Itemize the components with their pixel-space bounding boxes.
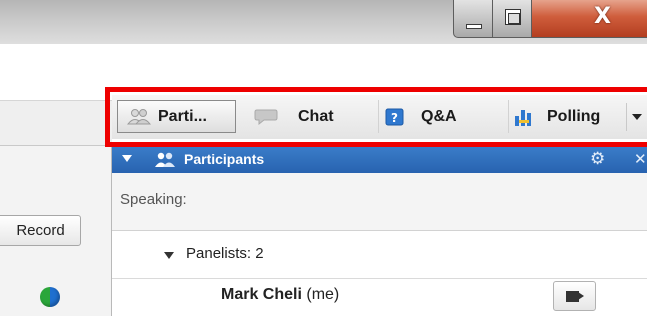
window-title-bar: X bbox=[0, 0, 647, 44]
panelists-label: Panelists: 2 bbox=[186, 245, 264, 262]
record-button-label: Record bbox=[16, 222, 65, 239]
panelists-group-row[interactable]: Panelists: 2 bbox=[112, 231, 647, 279]
participant-name-text: Mark Cheli bbox=[221, 286, 302, 303]
close-button[interactable]: X bbox=[531, 0, 647, 38]
tab-highlight-box bbox=[105, 87, 647, 147]
gear-icon[interactable]: ⚙ bbox=[590, 149, 605, 169]
left-toolbar bbox=[0, 100, 112, 146]
minimize-button[interactable] bbox=[453, 0, 493, 38]
participants-header-icon bbox=[155, 152, 175, 167]
speaking-row: Speaking: bbox=[112, 173, 647, 231]
speaking-label: Speaking: bbox=[120, 191, 187, 208]
participants-panel-title: Participants bbox=[184, 151, 265, 167]
close-icon: X bbox=[594, 4, 611, 29]
globe-status-icon bbox=[40, 287, 60, 307]
expand-arrow-icon[interactable] bbox=[164, 252, 174, 259]
participant-me-suffix: (me) bbox=[301, 286, 340, 303]
video-camera-button[interactable] bbox=[553, 281, 596, 311]
participants-panel-header[interactable]: Participants ⚙ ✕ bbox=[112, 147, 647, 173]
collapse-arrow-icon[interactable] bbox=[122, 155, 132, 162]
participant-name: Mark Cheli (me) bbox=[221, 286, 339, 304]
maximize-icon bbox=[505, 9, 521, 25]
video-camera-icon bbox=[566, 291, 584, 302]
maximize-button[interactable] bbox=[492, 0, 532, 38]
minimize-icon bbox=[466, 24, 482, 29]
record-button[interactable]: Record bbox=[0, 215, 81, 246]
close-panel-icon[interactable]: ✕ bbox=[634, 150, 647, 168]
